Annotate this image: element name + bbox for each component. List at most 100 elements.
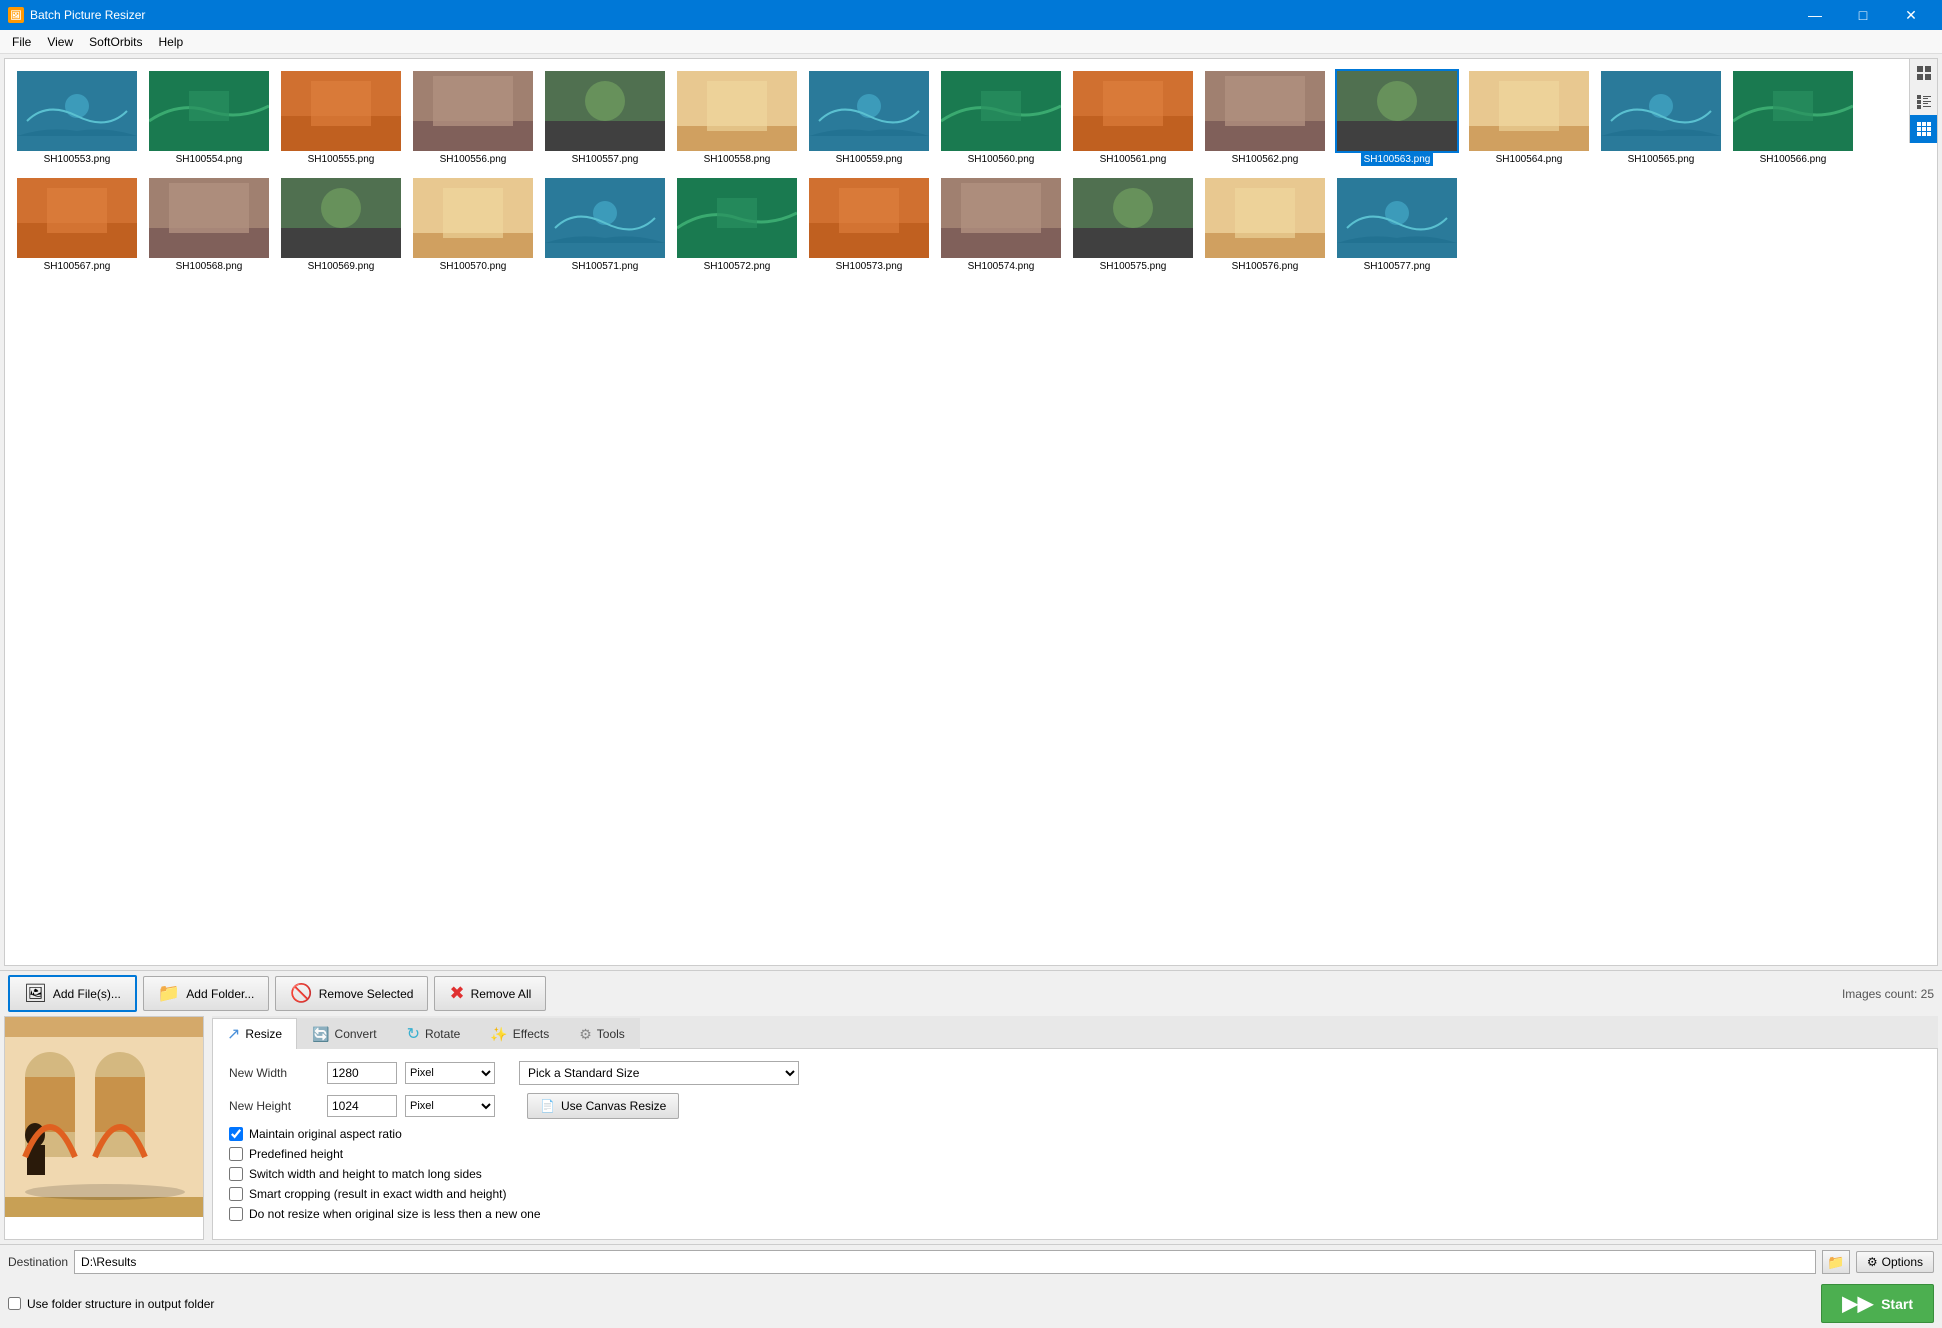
smart-crop-label: Smart cropping (result in exact width an… (249, 1187, 506, 1201)
main-container: SH100553.pngSH100554.pngSH100555.pngSH10… (0, 54, 1942, 1328)
rotate-tab-icon: ↻ (407, 1024, 420, 1044)
gallery-item[interactable]: SH100566.png (1729, 67, 1857, 170)
options-label: Options (1882, 1255, 1923, 1269)
options-button[interactable]: ⚙ Options (1856, 1251, 1934, 1273)
thumb-wrapper (545, 71, 665, 151)
menu-file[interactable]: File (4, 33, 39, 51)
remove-selected-button[interactable]: 🚫 Remove Selected (275, 976, 428, 1011)
gallery-item[interactable]: SH100568.png (145, 174, 273, 277)
thumb-label: SH100553.png (41, 153, 114, 166)
smart-crop-checkbox[interactable] (229, 1187, 243, 1201)
gallery-item[interactable]: SH100577.png (1333, 174, 1461, 277)
tools-tab-label: Tools (597, 1027, 625, 1041)
canvas-resize-icon: 📄 (540, 1099, 555, 1113)
menu-help[interactable]: Help (151, 33, 192, 51)
gallery-item[interactable]: SH100561.png (1069, 67, 1197, 170)
menu-bar: File View SoftOrbits Help (0, 30, 1942, 54)
maintain-aspect-checkbox[interactable] (229, 1127, 243, 1141)
gallery-item[interactable]: SH100557.png (541, 67, 669, 170)
thumb-wrapper (149, 71, 269, 151)
remove-all-button[interactable]: ✖ Remove All (434, 976, 546, 1011)
add-files-icon: 🖼 (24, 983, 47, 1004)
effects-tab-label: Effects (513, 1027, 549, 1041)
panels-area: ↗ Resize 🔄 Convert ↻ Rotate ✨ Effects ⚙ (0, 1016, 1942, 1244)
resize-tab-label: Resize (245, 1027, 282, 1041)
maintain-aspect-label: Maintain original aspect ratio (249, 1127, 402, 1141)
thumb-label: SH100559.png (833, 153, 906, 166)
maximize-button[interactable]: □ (1840, 0, 1886, 30)
gallery-item[interactable]: SH100563.png (1333, 67, 1461, 170)
menu-softorbits[interactable]: SoftOrbits (81, 33, 150, 51)
view-large-icon-button[interactable] (1910, 59, 1938, 87)
app-icon: 🖼 (8, 7, 24, 23)
canvas-resize-button[interactable]: 📄 Use Canvas Resize (527, 1093, 679, 1119)
add-folder-button[interactable]: 📁 Add Folder... (143, 976, 269, 1011)
gallery-item[interactable]: SH100564.png (1465, 67, 1593, 170)
gallery-item[interactable]: SH100576.png (1201, 174, 1329, 277)
switch-sides-checkbox[interactable] (229, 1167, 243, 1181)
tab-resize[interactable]: ↗ Resize (212, 1018, 297, 1049)
thumb-wrapper (677, 178, 797, 258)
thumb-wrapper (1073, 178, 1193, 258)
gallery-item[interactable]: SH100553.png (13, 67, 141, 170)
thumb-label: SH100572.png (701, 260, 774, 273)
tab-convert[interactable]: 🔄 Convert (297, 1018, 391, 1049)
gallery-item[interactable]: SH100569.png (277, 174, 405, 277)
height-unit-select[interactable]: Pixel Percent Inch cm (405, 1095, 495, 1117)
width-label: New Width (229, 1066, 319, 1080)
gallery-item[interactable]: SH100558.png (673, 67, 801, 170)
gallery-item[interactable]: SH100556.png (409, 67, 537, 170)
thumb-label: SH100573.png (833, 260, 906, 273)
thumb-svg (413, 178, 533, 258)
canvas-resize-label: Use Canvas Resize (561, 1099, 666, 1113)
gallery-item[interactable]: SH100555.png (277, 67, 405, 170)
gallery-item[interactable]: SH100560.png (937, 67, 1065, 170)
standard-size-select[interactable]: Pick a Standard Size 800x600 1024x768 12… (519, 1061, 799, 1085)
thumb-wrapper (1205, 71, 1325, 151)
effects-tab-icon: ✨ (490, 1026, 507, 1043)
thumb-label: SH100570.png (437, 260, 510, 273)
no-resize-smaller-checkbox[interactable] (229, 1207, 243, 1221)
use-folder-checkbox-row: Use folder structure in output folder (8, 1297, 214, 1311)
images-count: Images count: 25 (1842, 987, 1934, 1001)
gallery-item[interactable]: SH100571.png (541, 174, 669, 277)
minimize-button[interactable]: — (1792, 0, 1838, 30)
start-button[interactable]: ▶▶ Start (1821, 1284, 1934, 1323)
thumb-svg (17, 71, 137, 151)
gallery-item[interactable]: SH100554.png (145, 67, 273, 170)
use-folder-checkbox[interactable] (8, 1297, 21, 1310)
preview-scene (5, 1017, 203, 1239)
remove-selected-icon: 🚫 (290, 983, 312, 1004)
width-unit-select[interactable]: Pixel Percent Inch cm (405, 1062, 495, 1084)
thumb-svg (677, 178, 797, 258)
thumb-wrapper (149, 178, 269, 258)
add-files-button[interactable]: 🖼 Add File(s)... (8, 975, 137, 1012)
height-input[interactable] (327, 1095, 397, 1117)
destination-browse-button[interactable]: 📁 (1822, 1250, 1850, 1274)
start-icon: ▶▶ (1842, 1291, 1873, 1316)
thumb-wrapper (1205, 178, 1325, 258)
tab-effects[interactable]: ✨ Effects (475, 1018, 564, 1049)
gallery-item[interactable]: SH100570.png (409, 174, 537, 277)
title-bar-left: 🖼 Batch Picture Resizer (8, 7, 145, 23)
gallery-container[interactable]: SH100553.pngSH100554.pngSH100555.pngSH10… (4, 58, 1938, 966)
gallery-item[interactable]: SH100559.png (805, 67, 933, 170)
menu-view[interactable]: View (39, 33, 81, 51)
view-list-button[interactable] (1910, 87, 1938, 115)
view-grid-button[interactable] (1910, 115, 1938, 143)
thumb-label: SH100576.png (1229, 260, 1302, 273)
gallery-item[interactable]: SH100565.png (1597, 67, 1725, 170)
gallery-item[interactable]: SH100575.png (1069, 174, 1197, 277)
tab-rotate[interactable]: ↻ Rotate (392, 1018, 476, 1049)
predefined-height-checkbox[interactable] (229, 1147, 243, 1161)
gallery-item[interactable]: SH100574.png (937, 174, 1065, 277)
gallery-item[interactable]: SH100562.png (1201, 67, 1329, 170)
gallery-item[interactable]: SH100567.png (13, 174, 141, 277)
close-button[interactable]: ✕ (1888, 0, 1934, 30)
gallery-item[interactable]: SH100572.png (673, 174, 801, 277)
gallery-item[interactable]: SH100573.png (805, 174, 933, 277)
destination-input[interactable] (74, 1250, 1816, 1274)
thumb-svg (809, 178, 929, 258)
tab-tools[interactable]: ⚙ Tools (564, 1018, 640, 1049)
width-input[interactable] (327, 1062, 397, 1084)
